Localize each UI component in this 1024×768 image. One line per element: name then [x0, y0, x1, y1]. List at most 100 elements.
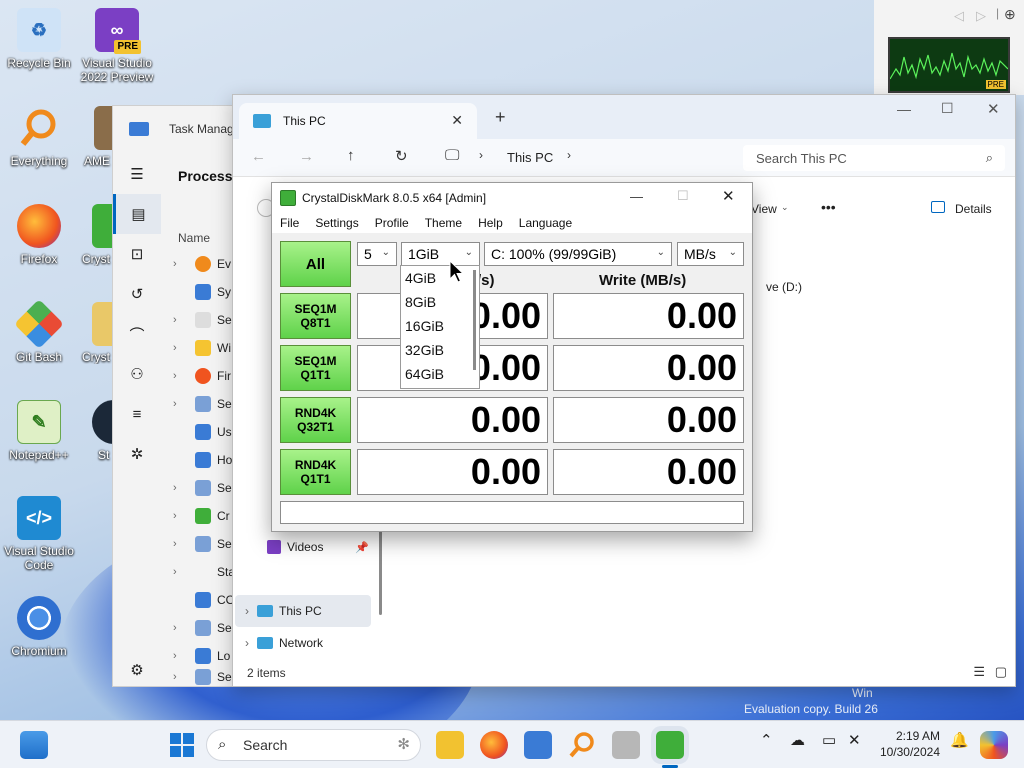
back-icon[interactable]: ←: [251, 148, 266, 165]
minimize-icon[interactable]: —: [897, 101, 911, 117]
chevron-up-icon[interactable]: ⌃: [760, 731, 773, 749]
desktop-icon-everything[interactable]: Everything: [0, 106, 78, 168]
column-name-header[interactable]: Name: [178, 231, 210, 245]
process-row[interactable]: Ho: [173, 446, 232, 474]
process-row[interactable]: Sy: [173, 278, 231, 306]
menu-settings[interactable]: Settings: [307, 216, 366, 230]
new-tab-icon[interactable]: +: [495, 107, 506, 128]
process-row[interactable]: › Se: [173, 390, 232, 418]
settings-gear-icon[interactable]: ⚙: [113, 650, 161, 690]
desktop-icon-crystal-1[interactable]: Cryst: [78, 204, 112, 266]
widgets-icon[interactable]: [20, 731, 48, 759]
maximize-icon[interactable]: ☐: [941, 100, 954, 117]
hamburger-icon[interactable]: ☰: [113, 154, 161, 194]
menu-profile[interactable]: Profile: [367, 216, 417, 230]
desktop-icon-visual-studio[interactable]: ∞ PRE Visual Studio 2022 Preview: [78, 8, 156, 84]
view-button[interactable]: View: [751, 202, 777, 216]
desktop-icon-vscode[interactable]: </> Visual Studio Code: [0, 496, 78, 572]
back-arrow-icon[interactable]: ◁: [954, 8, 964, 24]
copilot-icon[interactable]: [980, 731, 1008, 759]
start-button[interactable]: [168, 731, 196, 759]
process-row[interactable]: › Sta: [173, 558, 235, 586]
processes-icon[interactable]: ▤: [113, 194, 161, 234]
process-row[interactable]: Us: [173, 418, 232, 446]
firefox-icon[interactable]: [480, 731, 508, 759]
nav-item-network[interactable]: › Network: [235, 627, 323, 659]
tab-this-pc[interactable]: This PC ✕: [239, 103, 477, 139]
desktop-icon-chromium[interactable]: Chromium: [0, 596, 78, 658]
unit-select[interactable]: MB/s ⌄: [677, 242, 744, 266]
services-icon[interactable]: ✲: [113, 434, 161, 474]
clock-date[interactable]: 10/30/2024: [872, 745, 940, 759]
task-manager-icon[interactable]: [524, 731, 552, 759]
nav-item-videos[interactable]: Videos 📌: [245, 531, 369, 563]
size-option[interactable]: 8GiB: [401, 290, 479, 314]
up-icon[interactable]: ↑: [347, 147, 355, 164]
breadcrumb-this-pc[interactable]: This PC: [507, 150, 553, 165]
menu-language[interactable]: Language: [511, 216, 580, 230]
test-button-seq1m-q1t1[interactable]: SEQ1M Q1T1: [280, 345, 351, 391]
process-row[interactable]: › Se: [173, 306, 232, 334]
size-option[interactable]: 64GiB: [401, 362, 479, 386]
startup-icon[interactable]: ⌒: [113, 314, 161, 354]
users-icon[interactable]: ⚇: [113, 354, 161, 394]
size-option[interactable]: 4GiB: [401, 266, 479, 290]
clock-time[interactable]: 2:19 AM: [880, 729, 940, 743]
process-row[interactable]: › Se: [173, 614, 232, 642]
close-window-icon[interactable]: ✕: [722, 187, 735, 205]
close-tab-icon[interactable]: ✕: [451, 112, 463, 129]
archive-icon[interactable]: [612, 731, 640, 759]
taskbar-search-box[interactable]: ⌕ Search ✻: [206, 729, 421, 761]
details-button[interactable]: Details: [955, 202, 992, 216]
network-icon[interactable]: ▭: [822, 731, 836, 749]
process-row[interactable]: CO: [173, 586, 235, 614]
menu-help[interactable]: Help: [470, 216, 511, 230]
size-dropdown-list[interactable]: 4GiB 8GiB 16GiB 32GiB 64GiB: [400, 265, 480, 389]
process-row[interactable]: › Se: [173, 666, 232, 688]
process-row[interactable]: › Fir: [173, 362, 231, 390]
expand-chevron-icon[interactable]: ›: [245, 604, 249, 618]
crystaldiskmark-window[interactable]: CrystalDiskMark 8.0.5 x64 [Admin] — ☐ ✕ …: [271, 182, 753, 532]
nav-item-this-pc[interactable]: › This PC: [235, 595, 371, 627]
desktop-icon-recycle-bin[interactable]: ♻ Recycle Bin: [0, 8, 78, 70]
process-row[interactable]: › Cr: [173, 502, 230, 530]
all-button[interactable]: All: [280, 241, 351, 287]
size-select[interactable]: 1GiB ⌄: [401, 242, 480, 266]
onedrive-icon[interactable]: ☁: [790, 731, 805, 749]
desktop-icon-steam[interactable]: St: [78, 400, 112, 462]
notification-bell-icon[interactable]: 🔔: [950, 731, 969, 749]
more-options-button[interactable]: •••: [821, 199, 836, 215]
plus-icon[interactable]: ⊕: [1004, 6, 1016, 23]
process-row[interactable]: › Se: [173, 474, 232, 502]
file-explorer-icon[interactable]: [436, 731, 464, 759]
desktop-icon-crystal-2[interactable]: Cryst: [78, 302, 112, 364]
desktop-icon-ame[interactable]: AME: [78, 106, 112, 168]
volume-muted-icon[interactable]: ✕: [848, 731, 861, 749]
refresh-icon[interactable]: ↻: [395, 147, 408, 165]
details-icon[interactable]: ≡: [113, 394, 161, 434]
drive-d-label[interactable]: ve (D:): [766, 280, 802, 294]
breadcrumb-chevron-icon[interactable]: ›: [567, 148, 571, 162]
desktop-icon-git-bash[interactable]: Git Bash: [0, 299, 78, 364]
count-select[interactable]: 5 ⌄: [357, 242, 397, 266]
forward-arrow-icon[interactable]: ▷: [976, 8, 986, 24]
process-row[interactable]: › Wi: [173, 334, 231, 362]
crystaldiskmark-taskbar-icon[interactable]: [656, 731, 684, 759]
everything-icon[interactable]: [568, 731, 596, 759]
size-option[interactable]: 16GiB: [401, 314, 479, 338]
desktop-icon-notepadpp[interactable]: ✎ Notepad++: [0, 400, 78, 462]
search-this-pc-input[interactable]: Search This PC ⌕: [743, 145, 1005, 171]
list-view-icon[interactable]: ☰: [973, 664, 985, 680]
drive-select[interactable]: C: 100% (99/99GiB) ⌄: [484, 242, 672, 266]
close-window-icon[interactable]: ✕: [987, 100, 1000, 118]
process-row[interactable]: › Ev: [173, 250, 231, 278]
performance-icon[interactable]: ⊡: [113, 234, 161, 274]
minimize-icon[interactable]: —: [630, 189, 643, 204]
size-option[interactable]: 32GiB: [401, 338, 479, 362]
expand-chevron-icon[interactable]: ›: [245, 636, 249, 650]
history-icon[interactable]: ↺: [113, 274, 161, 314]
forward-icon[interactable]: →: [299, 148, 314, 165]
dropdown-scrollbar[interactable]: [473, 270, 476, 370]
tiles-view-icon[interactable]: ▢: [995, 664, 1007, 680]
menu-theme[interactable]: Theme: [417, 216, 470, 230]
